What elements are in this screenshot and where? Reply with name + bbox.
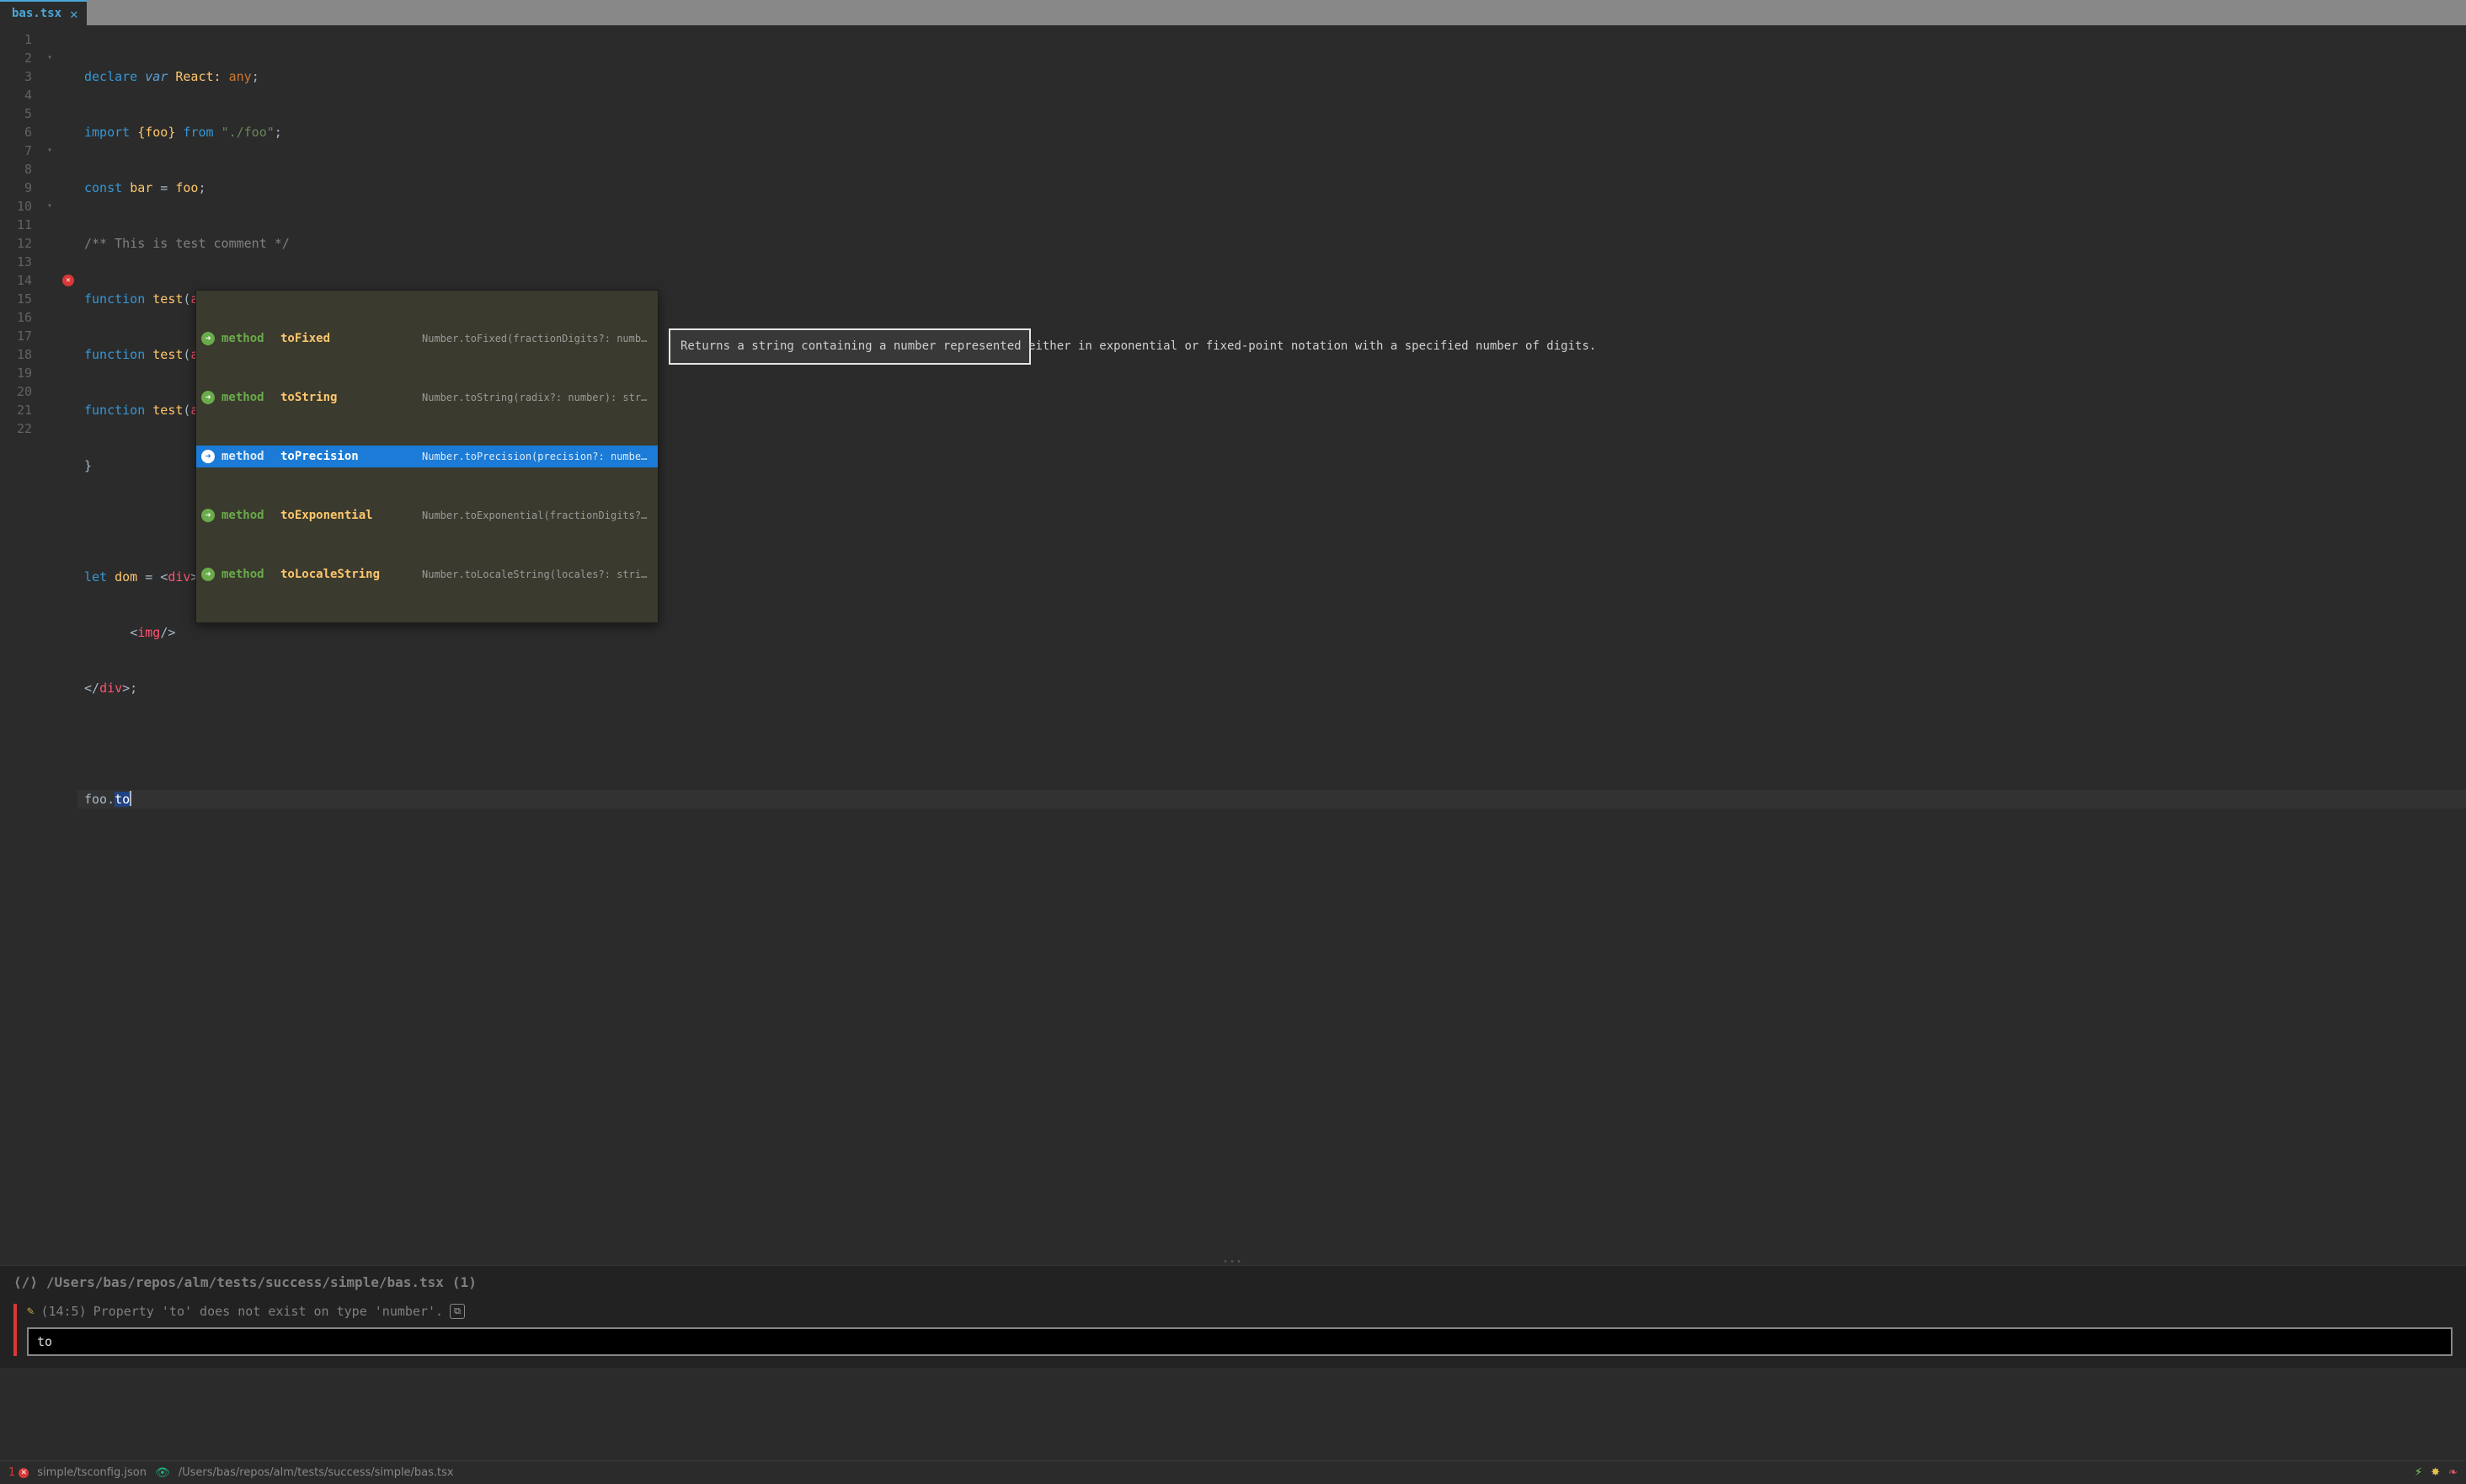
problem-message: Property 'to' does not exist on type 'nu…: [93, 1304, 443, 1319]
autocomplete-item[interactable]: ➜ method toLocaleString Number.toLocaleS…: [196, 563, 658, 585]
fold-toggle-icon[interactable]: ▾: [40, 141, 59, 160]
line-number: 10: [0, 197, 35, 216]
code-file-icon: ⟨/⟩: [13, 1274, 38, 1290]
fold-toggle-icon[interactable]: ▾: [40, 49, 59, 67]
method-icon: ➜: [201, 391, 215, 404]
line-number: 15: [0, 290, 35, 308]
line-number: 13: [0, 253, 35, 271]
line-number: 14: [0, 271, 35, 290]
status-error-count[interactable]: 1: [8, 1466, 29, 1479]
method-icon: ➜: [201, 450, 215, 463]
line-number: 12: [0, 234, 35, 253]
line-number: 1: [0, 30, 35, 49]
problem-row[interactable]: ✎ (14:5) Property 'to' does not exist on…: [27, 1304, 2453, 1319]
eye-icon[interactable]: 👁: [155, 1466, 170, 1480]
status-file-path[interactable]: /Users/bas/repos/alm/tests/success/simpl…: [179, 1466, 454, 1479]
code-editor[interactable]: 1 2 3 4 5 6 7 8 9 10 11 12 13 14 15 16 1…: [0, 25, 2466, 1258]
line-number: 21: [0, 401, 35, 419]
line-number: 9: [0, 179, 35, 197]
line-number: 18: [0, 345, 35, 364]
file-tab[interactable]: bas.tsx ✕: [0, 0, 87, 25]
line-number: 7: [0, 141, 35, 160]
line-number: 3: [0, 67, 35, 86]
line-number: 2: [0, 49, 35, 67]
close-icon[interactable]: ✕: [70, 6, 78, 22]
problems-header: ⟨/⟩ /Users/bas/repos/alm/tests/success/s…: [13, 1274, 2453, 1290]
documentation-tooltip: Returns a string containing a number rep…: [669, 328, 1031, 365]
code-area[interactable]: declare var React: any; import {foo} fro…: [77, 25, 2466, 1258]
status-config[interactable]: simple/tsconfig.json: [37, 1466, 147, 1479]
quick-fix-icon[interactable]: ✎: [27, 1305, 34, 1318]
line-number: 6: [0, 123, 35, 141]
app-root: bas.tsx ✕ 1 2 3 4 5 6 7 8 9 10 11 12 13 …: [0, 0, 2466, 1484]
line-number-gutter: 1 2 3 4 5 6 7 8 9 10 11 12 13 14 15 16 1…: [0, 25, 40, 1258]
tab-label: bas.tsx: [12, 7, 61, 20]
flame-icon[interactable]: ❧: [2448, 1466, 2458, 1479]
method-icon: ➜: [201, 332, 215, 345]
line-number: 5: [0, 104, 35, 123]
line-number: 17: [0, 327, 35, 345]
line-number: 8: [0, 160, 35, 179]
filter-input[interactable]: to: [27, 1327, 2453, 1356]
autocomplete-item[interactable]: ➜ method toExponential Number.toExponent…: [196, 504, 658, 526]
problem-location: (14:5): [40, 1304, 86, 1319]
problems-panel: ⟨/⟩ /Users/bas/repos/alm/tests/success/s…: [0, 1265, 2466, 1368]
status-bar: 1 simple/tsconfig.json 👁 /Users/bas/repo…: [0, 1460, 2466, 1484]
empty-area: [0, 1368, 2466, 1460]
problems-file-path: /Users/bas/repos/alm/tests/success/simpl…: [46, 1274, 444, 1290]
error-gutter: [59, 25, 77, 1258]
line-number: 4: [0, 86, 35, 104]
autocomplete-item[interactable]: ➜ method toString Number.toString(radix?…: [196, 387, 658, 408]
text-cursor: [130, 791, 131, 806]
panel-splitter[interactable]: •••: [0, 1258, 2466, 1265]
autocomplete-item-selected[interactable]: ➜ method toPrecision Number.toPrecision(…: [196, 446, 658, 467]
line-number: 19: [0, 364, 35, 382]
error-marker-icon[interactable]: [62, 275, 74, 286]
method-icon: ➜: [201, 509, 215, 522]
spark-icon[interactable]: ✸: [2431, 1466, 2440, 1479]
line-number: 20: [0, 382, 35, 401]
autocomplete-popup[interactable]: ➜ method toFixed Number.toFixed(fraction…: [195, 290, 659, 623]
problems-list: ✎ (14:5) Property 'to' does not exist on…: [13, 1304, 2453, 1356]
line-number: 16: [0, 308, 35, 327]
autocomplete-item[interactable]: ➜ method toFixed Number.toFixed(fraction…: [196, 328, 658, 350]
problems-count: (1): [452, 1274, 477, 1290]
line-number: 11: [0, 216, 35, 234]
method-icon: ➜: [201, 568, 215, 581]
bolt-icon[interactable]: ⚡: [2415, 1466, 2422, 1479]
fold-toggle-icon[interactable]: ▾: [40, 197, 59, 216]
fold-gutter: ▾ ▾ ▾: [40, 25, 59, 1258]
copy-icon[interactable]: ⧉: [450, 1304, 465, 1319]
tab-bar: bas.tsx ✕: [0, 0, 2466, 25]
error-icon: [19, 1468, 29, 1478]
line-number: 22: [0, 419, 35, 438]
